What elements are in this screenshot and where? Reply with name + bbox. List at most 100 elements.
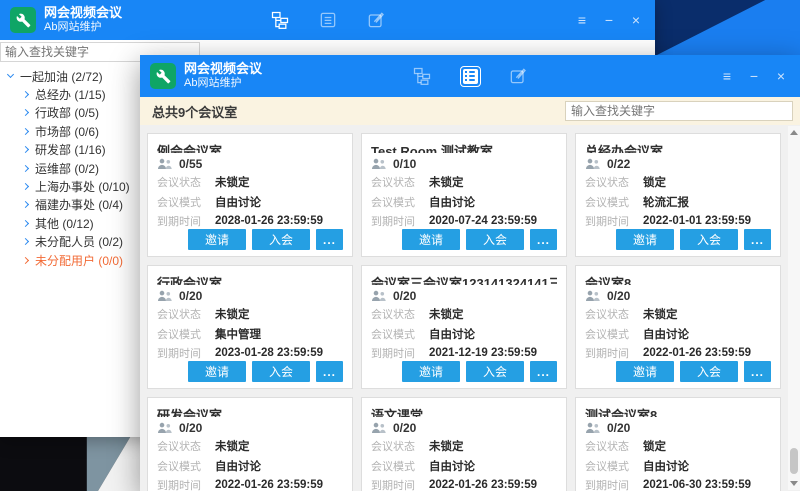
status-value: 锁定	[643, 174, 666, 190]
room-expire-field: 到期时间 2022-01-01 23:59:59	[585, 213, 771, 229]
front-window-titlebar: 网会视频会议 Ab网站维护 ≡ − ×	[140, 55, 800, 97]
mode-label: 会议模式	[585, 458, 643, 474]
invite-button[interactable]: 邀请	[402, 361, 460, 382]
menu-button[interactable]: ≡	[718, 69, 736, 83]
more-button[interactable]: ...	[316, 361, 343, 382]
app-title: 网会视频会议	[44, 6, 122, 21]
meeting-room-card: 例会会议室 0/55 会议状态 未锁定 会议模式 自由讨论 到期时间 2028-…	[147, 133, 353, 257]
mode-label: 会议模式	[371, 458, 429, 474]
people-icon	[585, 290, 601, 302]
join-button[interactable]: 入会	[252, 361, 310, 382]
status-value: 未锁定	[429, 174, 464, 190]
org-view-button[interactable]	[411, 65, 433, 87]
meeting-rooms-window: 网会视频会议 Ab网站维护 ≡ − × 总共9个会议室 例会会议室	[140, 55, 800, 491]
more-button[interactable]: ...	[316, 229, 343, 250]
mode-value: 自由讨论	[215, 194, 261, 210]
expire-label: 到期时间	[585, 477, 643, 491]
room-status-field: 会议状态 未锁定	[371, 306, 557, 322]
minimize-button[interactable]: −	[745, 69, 763, 83]
more-button[interactable]: ...	[530, 361, 557, 382]
room-status-field: 会议状态 未锁定	[371, 174, 557, 190]
expire-label: 到期时间	[157, 345, 215, 361]
scrollbar-thumb[interactable]	[790, 448, 798, 474]
join-button[interactable]: 入会	[466, 229, 524, 250]
room-capacity: 0/20	[393, 421, 416, 435]
minimize-button[interactable]: −	[600, 13, 618, 27]
room-expire-field: 到期时间 2023-01-28 23:59:59	[157, 345, 343, 361]
people-icon	[371, 422, 387, 434]
invite-button[interactable]: 邀请	[616, 229, 674, 250]
join-button[interactable]: 入会	[466, 361, 524, 382]
edit-icon	[508, 66, 528, 86]
mode-label: 会议模式	[585, 326, 643, 342]
invite-button[interactable]: 邀请	[188, 361, 246, 382]
invite-button[interactable]: 邀请	[188, 229, 246, 250]
list-view-button[interactable]	[459, 65, 481, 87]
room-actions: 邀请 入会 ...	[585, 361, 771, 382]
mode-value: 自由讨论	[429, 194, 475, 210]
more-button[interactable]: ...	[744, 361, 771, 382]
mode-label: 会议模式	[157, 194, 215, 210]
desktop-wallpaper-bottom-left	[0, 437, 140, 491]
chevron-right-icon	[22, 220, 29, 227]
room-status-field: 会议状态 锁定	[585, 174, 771, 190]
wrench-icon	[156, 69, 171, 84]
org-tree-item-label: 市场部 (0/6)	[35, 123, 99, 140]
status-value: 未锁定	[429, 438, 464, 454]
org-chart-icon	[270, 10, 290, 30]
room-expire-field: 到期时间 2021-06-30 23:59:59	[585, 477, 771, 491]
room-actions: 邀请 入会 ...	[157, 229, 343, 250]
scroll-down-arrow-icon[interactable]	[790, 481, 798, 486]
vertical-scrollbar[interactable]	[788, 126, 800, 490]
expire-value: 2028-01-26 23:59:59	[215, 215, 323, 227]
join-button[interactable]: 入会	[680, 229, 738, 250]
close-button[interactable]: ×	[627, 13, 645, 27]
org-chart-icon	[412, 66, 432, 86]
room-name: 例会会议室	[157, 141, 343, 153]
more-button[interactable]: ...	[530, 229, 557, 250]
invite-button[interactable]: 邀请	[616, 361, 674, 382]
room-name: Test Room 测试教室	[371, 141, 557, 153]
expire-label: 到期时间	[371, 477, 429, 491]
status-label: 会议状态	[157, 438, 215, 454]
room-status-field: 会议状态 未锁定	[585, 306, 771, 322]
join-button[interactable]: 入会	[252, 229, 310, 250]
scroll-up-arrow-icon[interactable]	[790, 130, 798, 135]
room-capacity-row: 0/55	[157, 157, 343, 171]
chevron-right-icon	[22, 257, 29, 264]
app-title: 网会视频会议	[184, 62, 262, 77]
status-value: 未锁定	[215, 438, 250, 454]
room-capacity-row: 0/20	[585, 421, 771, 435]
menu-button[interactable]: ≡	[573, 13, 591, 27]
room-mode-field: 会议模式 自由讨论	[371, 326, 557, 342]
chevron-right-icon	[22, 183, 29, 190]
app-subtitle: Ab网站维护	[44, 21, 122, 34]
room-capacity: 0/20	[607, 289, 630, 303]
app-title-block: 网会视频会议 Ab网站维护	[44, 6, 122, 34]
expire-value: 2020-07-24 23:59:59	[429, 215, 537, 227]
status-value: 未锁定	[215, 306, 250, 322]
room-status-field: 会议状态 未锁定	[157, 306, 343, 322]
people-icon	[371, 290, 387, 302]
join-button[interactable]: 入会	[680, 361, 738, 382]
wallpaper-navy-shape	[655, 0, 800, 56]
room-mode-field: 会议模式 自由讨论	[157, 194, 343, 210]
chevron-right-icon	[22, 146, 29, 153]
edit-button[interactable]	[365, 9, 387, 31]
room-name: 语文课堂	[371, 405, 557, 417]
edit-button[interactable]	[507, 65, 529, 87]
expire-label: 到期时间	[371, 345, 429, 361]
rooms-search-input[interactable]	[565, 101, 793, 121]
room-name: 会议室三会议室123141324141三会...	[371, 273, 557, 285]
expire-label: 到期时间	[157, 477, 215, 491]
more-button[interactable]: ...	[744, 229, 771, 250]
invite-button[interactable]: 邀请	[402, 229, 460, 250]
expire-value: 2022-01-26 23:59:59	[643, 347, 751, 359]
room-capacity: 0/55	[179, 157, 202, 171]
list-view-button[interactable]	[317, 9, 339, 31]
chevron-right-icon	[22, 109, 29, 116]
expire-value: 2021-06-30 23:59:59	[643, 479, 751, 491]
room-expire-field: 到期时间 2028-01-26 23:59:59	[157, 213, 343, 229]
close-button[interactable]: ×	[772, 69, 790, 83]
org-view-button[interactable]	[269, 9, 291, 31]
